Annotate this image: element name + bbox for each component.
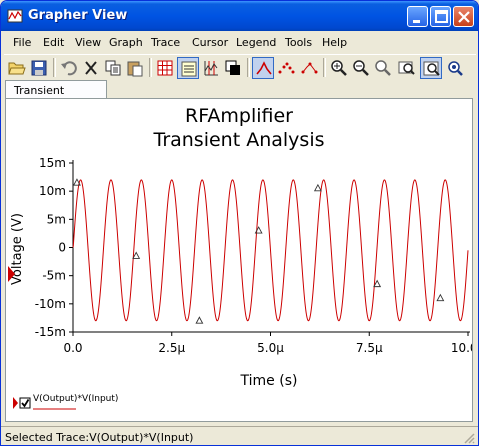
zoom-full-icon[interactable] bbox=[396, 57, 418, 79]
menu-bar: File Edit View Graph Trace Cursor Legend… bbox=[5, 33, 475, 53]
graph-canvas[interactable]: RFAmplifier Transient Analysis Voltage (… bbox=[6, 99, 478, 421]
menu-view[interactable]: View bbox=[75, 36, 101, 49]
graph-panel[interactable]: RFAmplifier Transient Analysis Voltage (… bbox=[5, 98, 478, 422]
zoom-area-icon[interactable] bbox=[372, 57, 394, 79]
title-bar[interactable]: Grapher View bbox=[1, 1, 478, 31]
toolbar-separator bbox=[247, 58, 250, 77]
y-tick-label: 15m bbox=[39, 156, 66, 170]
chart-subtitle: Transient Analysis bbox=[153, 129, 325, 151]
legend-icon[interactable] bbox=[177, 57, 199, 79]
zoom-out-icon[interactable] bbox=[350, 57, 372, 79]
select-mark-icon[interactable] bbox=[252, 57, 274, 79]
data-marker bbox=[436, 293, 445, 302]
app-icon bbox=[7, 9, 23, 23]
menu-legend[interactable]: Legend bbox=[236, 36, 276, 49]
paste-icon[interactable] bbox=[124, 57, 146, 79]
x-tick-label: 7.5µ bbox=[356, 341, 383, 355]
open-icon[interactable] bbox=[6, 57, 28, 79]
toolbar bbox=[4, 54, 476, 81]
cursors-icon[interactable] bbox=[200, 57, 222, 79]
menu-file[interactable]: File bbox=[13, 36, 31, 49]
legend-pointer-icon bbox=[13, 397, 18, 409]
zoom-extra-icon[interactable] bbox=[444, 57, 466, 79]
menu-edit[interactable]: Edit bbox=[43, 36, 64, 49]
y-tick-label: -5m bbox=[42, 269, 66, 283]
copy-icon[interactable] bbox=[102, 57, 124, 79]
menu-help[interactable]: Help bbox=[322, 36, 347, 49]
grid-icon[interactable] bbox=[154, 57, 176, 79]
status-bar: Selected Trace:V(Output)*V(Input) bbox=[1, 426, 478, 445]
tab-transient-analysis[interactable]: Transient Analysis bbox=[5, 80, 107, 110]
y-tick-label: 10m bbox=[39, 184, 66, 198]
window-title: Grapher View bbox=[28, 8, 128, 23]
menu-graph[interactable]: Graph bbox=[109, 36, 143, 49]
maximize-button[interactable] bbox=[430, 6, 451, 27]
data-marker bbox=[195, 316, 204, 324]
legend-label: V(Output)*V(Input) bbox=[33, 394, 118, 404]
minimize-button[interactable] bbox=[407, 6, 428, 27]
x-tick-label: 2.5µ bbox=[158, 341, 185, 355]
legend[interactable]: V(Output)*V(Input) bbox=[13, 394, 118, 410]
grapher-window: Grapher View File Edit View Graph Trace … bbox=[0, 0, 479, 446]
close-button[interactable] bbox=[453, 6, 474, 27]
reverse-colors-icon[interactable] bbox=[222, 57, 244, 79]
x-tick-label: 10.0µ bbox=[451, 341, 472, 355]
y-tick-label: -10m bbox=[35, 297, 66, 311]
trace-line[interactable] bbox=[72, 179, 469, 322]
y-tick-label: 0 bbox=[58, 241, 66, 255]
save-icon[interactable] bbox=[28, 57, 50, 79]
show-dots-icon[interactable] bbox=[275, 57, 297, 79]
menu-trace[interactable]: Trace bbox=[151, 36, 180, 49]
status-text: Selected Trace:V(Output)*V(Input) bbox=[5, 431, 194, 444]
x-tick-label: 0.0 bbox=[63, 341, 82, 355]
menu-cursor[interactable]: Cursor bbox=[192, 36, 228, 49]
zoom-select-icon[interactable] bbox=[420, 57, 442, 79]
y-tick-label: -15m bbox=[35, 325, 66, 339]
show-dots-lines-icon[interactable] bbox=[298, 57, 320, 79]
toolbar-separator bbox=[53, 58, 56, 77]
cut-icon[interactable] bbox=[80, 57, 102, 79]
menu-tools[interactable]: Tools bbox=[285, 36, 312, 49]
undo-icon[interactable] bbox=[58, 57, 80, 79]
x-axis-label: Time (s) bbox=[240, 373, 298, 389]
data-marker bbox=[313, 183, 322, 192]
y-tick-label: 5m bbox=[47, 212, 66, 226]
resize-grip-icon[interactable] bbox=[463, 432, 475, 444]
toolbar-separator bbox=[149, 58, 152, 77]
x-tick-label: 5.0µ bbox=[257, 341, 284, 355]
zoom-in-icon[interactable] bbox=[328, 57, 350, 79]
chart-title: RFAmplifier bbox=[185, 105, 293, 127]
toolbar-separator bbox=[323, 58, 326, 77]
